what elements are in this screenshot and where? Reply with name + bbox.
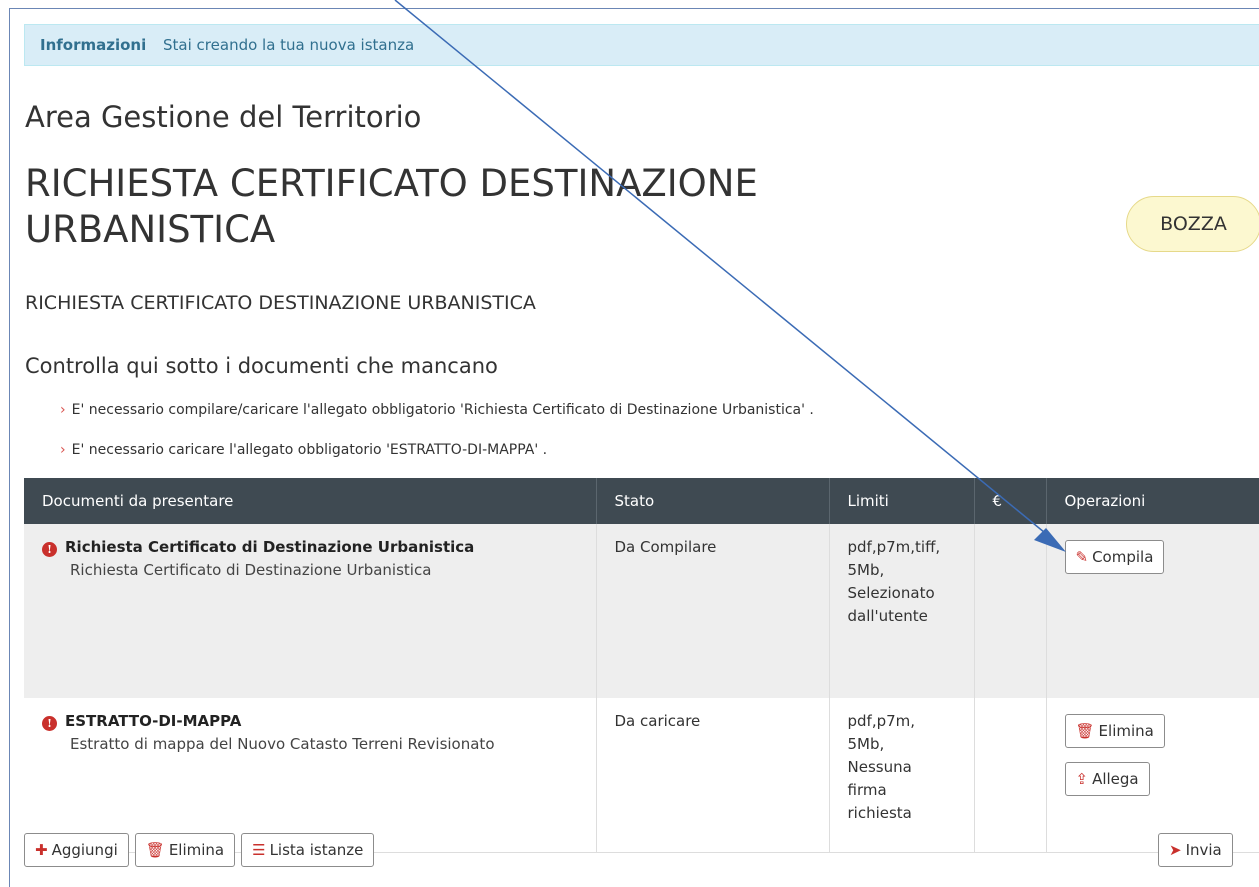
procedure-subtitle: RICHIESTA CERTIFICATO DESTINAZIONE URBAN… bbox=[25, 292, 536, 314]
state-cell: Da caricare bbox=[596, 698, 830, 853]
delete-button[interactable]: 🗑 Elimina bbox=[134, 833, 236, 867]
page-title: RICHIESTA CERTIFICATO DESTINAZIONE URBAN… bbox=[25, 162, 758, 251]
missing-doc-text: E' necessario compilare/caricare l'alleg… bbox=[71, 402, 814, 418]
list-item: › E' necessario caricare l'allegato obbli… bbox=[60, 438, 814, 478]
send-icon: ➤ bbox=[1169, 841, 1182, 859]
send-label: Invia bbox=[1185, 841, 1222, 859]
add-label: Aggiungi bbox=[51, 841, 118, 859]
missing-doc-text: E' necessario caricare l'allegato obblig… bbox=[71, 442, 548, 458]
missing-docs-list: › E' necessario compilare/caricare l'alle… bbox=[60, 398, 814, 478]
document-name: Richiesta Certificato di Destinazione Ur… bbox=[65, 538, 475, 556]
operations-cell: 🗑 Elimina ⇪ Allega bbox=[1046, 698, 1259, 853]
column-header-price: € bbox=[974, 478, 1047, 524]
missing-docs-heading: Controlla qui sotto i documenti che manc… bbox=[25, 354, 498, 378]
price-cell bbox=[974, 524, 1047, 698]
upload-icon: ⇪ bbox=[1075, 770, 1089, 788]
pencil-icon: ✎ bbox=[1075, 548, 1089, 566]
document-cell: ! Richiesta Certificato di Destinazione U… bbox=[24, 524, 597, 698]
info-title: Informazioni bbox=[40, 36, 147, 54]
limits-line: pdf,p7m, bbox=[847, 712, 916, 730]
trash-icon: 🗑 bbox=[1075, 722, 1095, 740]
limits-line: 5Mb, bbox=[847, 561, 885, 579]
list-instances-label: Lista istanze bbox=[269, 841, 364, 859]
elimina-row-label: Elimina bbox=[1098, 722, 1154, 740]
document-description: Richiesta Certificato di Destinazione Ur… bbox=[70, 561, 432, 579]
state-cell: Da Compilare bbox=[596, 524, 830, 698]
limits-cell: pdf,p7m,tiff, 5Mb, Selezionato dall'uten… bbox=[829, 524, 975, 698]
document-description: Estratto di mappa del Nuovo Catasto Terr… bbox=[70, 735, 495, 753]
add-button[interactable]: ✚ Aggiungi bbox=[24, 833, 129, 867]
documents-table: Documenti da presentare Stato Limiti € O… bbox=[24, 478, 1259, 853]
limits-line: Selezionato bbox=[847, 584, 935, 602]
list-instances-button[interactable]: ☰ Lista istanze bbox=[241, 833, 375, 867]
document-cell: ! ESTRATTO-DI-MAPPA Estratto di mappa del… bbox=[24, 698, 597, 853]
chevron-right-icon: › bbox=[60, 442, 66, 458]
plus-icon: ✚ bbox=[35, 841, 48, 859]
list-icon: ☰ bbox=[252, 841, 266, 859]
document-name: ESTRATTO-DI-MAPPA bbox=[65, 712, 242, 730]
delete-label: Elimina bbox=[168, 841, 225, 859]
chevron-right-icon: › bbox=[60, 402, 66, 418]
compila-button[interactable]: ✎ Compila bbox=[1064, 540, 1165, 574]
elimina-row-button[interactable]: 🗑 Elimina bbox=[1064, 714, 1165, 748]
list-item: › E' necessario compilare/caricare l'alle… bbox=[60, 398, 814, 438]
trash-icon: 🗑 bbox=[145, 841, 165, 859]
alert-icon: ! bbox=[42, 542, 57, 557]
limits-line: pdf,p7m,tiff, bbox=[847, 538, 941, 556]
column-header-documents: Documenti da presentare bbox=[24, 478, 597, 524]
table-row: ! Richiesta Certificato di Destinazione U… bbox=[24, 524, 1259, 698]
operations-cell: ✎ Compila bbox=[1046, 524, 1259, 698]
send-actions: ➤ Invia bbox=[1158, 833, 1233, 867]
info-alert: Informazioni Stai creando la tua nuova i… bbox=[24, 24, 1259, 66]
area-title: Area Gestione del Territorio bbox=[25, 100, 422, 134]
info-text: Stai creando la tua nuova istanza bbox=[163, 36, 415, 54]
column-header-state: Stato bbox=[596, 478, 830, 524]
allega-button[interactable]: ⇪ Allega bbox=[1064, 762, 1150, 796]
limits-line: dall'utente bbox=[847, 607, 928, 625]
column-header-operations: Operazioni bbox=[1046, 478, 1259, 524]
allega-label: Allega bbox=[1092, 770, 1139, 788]
limits-line: Nessuna bbox=[847, 758, 912, 776]
send-button[interactable]: ➤ Invia bbox=[1158, 833, 1233, 867]
limits-line: 5Mb, bbox=[847, 735, 885, 753]
column-header-limits: Limiti bbox=[829, 478, 975, 524]
table-header-row: Documenti da presentare Stato Limiti € O… bbox=[24, 478, 1259, 524]
price-cell bbox=[974, 698, 1047, 853]
compila-label: Compila bbox=[1092, 548, 1154, 566]
limits-cell: pdf,p7m, 5Mb, Nessuna firma richiesta bbox=[829, 698, 975, 853]
status-badge: BOZZA bbox=[1126, 196, 1259, 252]
limits-line: richiesta bbox=[847, 804, 912, 822]
alert-icon: ! bbox=[42, 716, 57, 731]
limits-line: firma bbox=[847, 781, 887, 799]
table-row: ! ESTRATTO-DI-MAPPA Estratto di mappa del… bbox=[24, 698, 1259, 853]
footer-actions: ✚ Aggiungi 🗑 Elimina ☰ Lista istanze bbox=[24, 833, 375, 867]
